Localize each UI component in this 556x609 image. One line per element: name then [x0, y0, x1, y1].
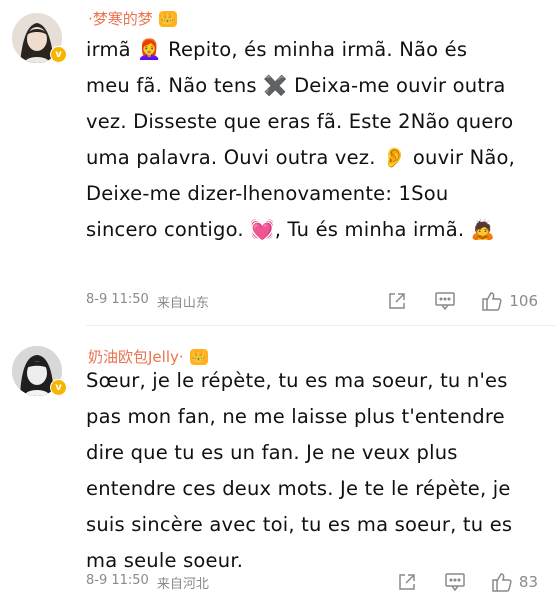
comment-location: 来自山东: [156, 296, 209, 311]
comment-time: 8-9 11:50: [86, 292, 149, 307]
comment-icon: [435, 292, 456, 311]
comment-icon: [445, 573, 465, 592]
comment-text: Sœur, je le répète, tu es ma soeur, tu n…: [86, 369, 513, 572]
comment-item: v ·梦寒的梦 👑 irmã 👩‍🦰 Repito, és minha irmã…: [0, 0, 556, 326]
verified-badge-icon: v: [50, 379, 67, 396]
comment-time: 8-9 11:50: [86, 573, 149, 588]
share-icon: [389, 293, 406, 309]
share-icon: [399, 574, 415, 590]
fan-badge-icon: 👑: [158, 10, 177, 27]
comment-item: v 奶油欧包Jelly· 👑 Sœur, je le répète, tu es…: [0, 326, 556, 609]
comment-text: irmã 👩‍🦰 Repito, és minha irmã. Não és m…: [86, 38, 516, 241]
comment-location: 来自河北: [156, 577, 209, 592]
username-link[interactable]: ·梦寒的梦: [88, 8, 153, 29]
like-count: 106: [509, 292, 538, 310]
comment-button[interactable]: [431, 568, 479, 596]
thumbs-up-icon: [492, 573, 512, 592]
thumbs-up-icon: [482, 292, 502, 311]
like-button[interactable]: 83: [491, 571, 538, 593]
share-button[interactable]: [383, 568, 431, 596]
like-button[interactable]: 106: [481, 290, 538, 312]
comment-button[interactable]: [421, 287, 469, 315]
verified-badge-icon: v: [50, 46, 67, 63]
like-count: 83: [518, 573, 538, 591]
share-button[interactable]: [373, 287, 421, 315]
